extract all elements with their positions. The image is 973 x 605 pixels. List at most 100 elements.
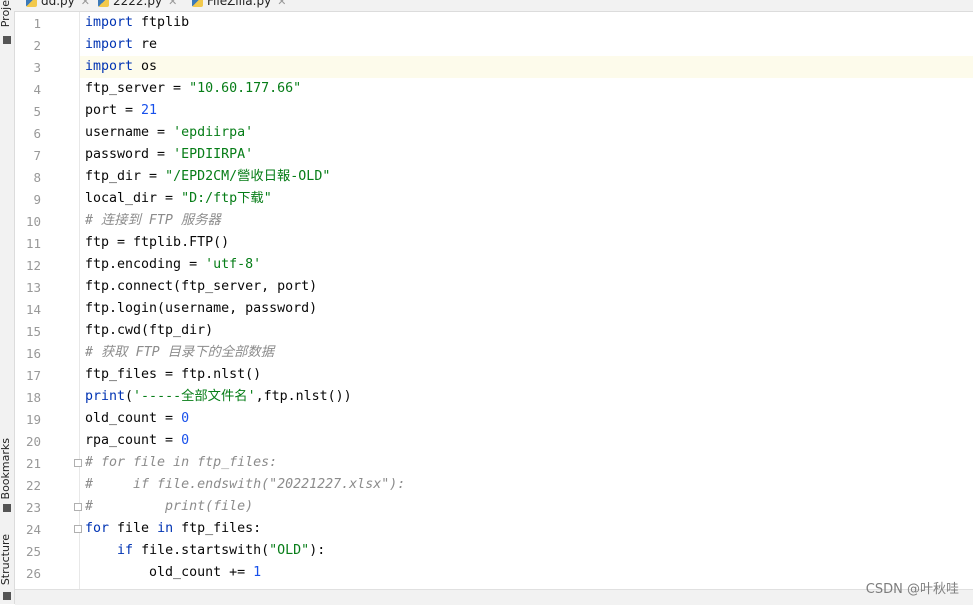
code-line[interactable]: ftp_dir = "/EPD2CM/營收日報-OLD" [85, 166, 330, 188]
code-token: # for file in ftp_files: [85, 455, 278, 470]
line-number[interactable]: 5 [15, 104, 41, 119]
line-number[interactable]: 22 [15, 478, 41, 493]
line-number[interactable]: 13 [15, 280, 41, 295]
code-line[interactable]: ftp = ftplib.FTP() [85, 232, 229, 254]
code-line[interactable]: # 连接到 FTP 服务器 [85, 210, 221, 232]
code-token: "OLD" [269, 543, 310, 558]
code-token: ftp.login(username, password) [85, 301, 318, 316]
folder-icon [3, 36, 11, 44]
code-token: ,ftp.nlst()) [255, 389, 352, 404]
code-line[interactable]: ftp.connect(ftp_server, port) [85, 276, 317, 298]
left-tool-strip: Proje Bookmarks Structure [0, 0, 15, 604]
code-token: # if file.endswith("20221227.xlsx"): [85, 477, 406, 492]
code-line[interactable]: username = 'epdiirpa' [85, 122, 253, 144]
horizontal-scrollbar[interactable] [15, 589, 973, 605]
code-token: local_dir = [85, 191, 182, 206]
code-line[interactable]: old_count += 1 [85, 562, 261, 584]
code-line[interactable]: import os [85, 56, 157, 78]
code-line[interactable]: ftp.login(username, password) [85, 298, 317, 320]
bookmark-icon [3, 504, 11, 512]
code-line[interactable]: port = 21 [85, 100, 157, 122]
close-icon[interactable]: ✕ [81, 0, 90, 8]
code-line[interactable]: import re [85, 34, 157, 56]
code-token: 0 [181, 433, 190, 448]
code-token: if [117, 543, 142, 558]
code-token: import [85, 37, 142, 52]
code-line[interactable]: local_dir = "D:/ftp下载" [85, 188, 272, 210]
code-line[interactable]: ftp.cwd(ftp_dir) [85, 320, 213, 342]
line-number[interactable]: 4 [15, 82, 41, 97]
code-token: '-----全部文件名' [133, 389, 256, 404]
line-number[interactable]: 12 [15, 258, 41, 273]
close-icon[interactable]: ✕ [277, 0, 286, 8]
code-token: "D:/ftp下载" [181, 191, 272, 206]
code-token: ftplib [141, 15, 190, 30]
code-token: 0 [181, 411, 190, 426]
code-line[interactable]: ftp.encoding = 'utf-8' [85, 254, 261, 276]
line-number[interactable]: 7 [15, 148, 41, 163]
code-token: in [157, 521, 182, 536]
line-number[interactable]: 3 [15, 60, 41, 75]
line-number[interactable]: 19 [15, 412, 41, 427]
line-number[interactable]: 20 [15, 434, 41, 449]
line-number[interactable]: 10 [15, 214, 41, 229]
code-token: 'utf-8' [205, 257, 262, 272]
code-token: # 连接到 FTP 服务器 [85, 213, 221, 228]
code-token: # 获取 FTP 目录下的全部数据 [85, 345, 275, 360]
line-number[interactable]: 21 [15, 456, 41, 471]
code-line[interactable]: # print(file) [85, 496, 253, 518]
line-number[interactable]: 26 [15, 566, 41, 581]
code-line[interactable]: import ftplib [85, 12, 189, 34]
structure-tool-tab[interactable]: Structure [0, 534, 12, 585]
code-token: ( [125, 389, 134, 404]
code-token: import [85, 59, 142, 74]
code-token: ftp.encoding = [85, 257, 206, 272]
line-number[interactable]: 2 [15, 38, 41, 53]
line-number[interactable]: 23 [15, 500, 41, 515]
code-line[interactable]: ftp_files = ftp.nlst() [85, 364, 261, 386]
code-line[interactable]: # for file in ftp_files: [85, 452, 277, 474]
code-line[interactable]: if file.startswith("OLD"): [85, 540, 325, 562]
tab-dd-py[interactable]: dd.py ✕ [26, 0, 90, 11]
code-line[interactable]: # if file.endswith("20221227.xlsx"): [85, 474, 405, 496]
line-number[interactable]: 8 [15, 170, 41, 185]
tab-2222-py[interactable]: 2222.py ✕ [98, 0, 177, 11]
code-token: port = [85, 103, 142, 118]
fold-marker-icon[interactable] [74, 503, 82, 511]
code-line[interactable]: password = 'EPDIIRPA' [85, 144, 253, 166]
structure-icon [3, 592, 11, 600]
code-token: file.startswith( [141, 543, 270, 558]
fold-marker-icon[interactable] [74, 459, 82, 467]
code-token: 1 [253, 565, 262, 580]
line-number[interactable]: 17 [15, 368, 41, 383]
code-line[interactable]: old_count = 0 [85, 408, 189, 430]
code-token: ftp_server = [85, 81, 190, 96]
code-line[interactable]: for file in ftp_files: [85, 518, 261, 540]
project-tool-tab[interactable]: Proje [0, 0, 12, 27]
code-line[interactable]: ftp_server = "10.60.177.66" [85, 78, 301, 100]
line-number[interactable]: 9 [15, 192, 41, 207]
python-file-icon [98, 0, 109, 7]
bookmarks-tool-tab[interactable]: Bookmarks [0, 438, 12, 499]
current-line-highlight [80, 56, 973, 78]
line-number[interactable]: 15 [15, 324, 41, 339]
line-number[interactable]: 16 [15, 346, 41, 361]
code-line[interactable]: # 获取 FTP 目录下的全部数据 [85, 342, 274, 364]
code-line[interactable]: rpa_count = 0 [85, 430, 189, 452]
line-number[interactable]: 18 [15, 390, 41, 405]
code-token: "10.60.177.66" [189, 81, 302, 96]
code-line[interactable]: print('-----全部文件名',ftp.nlst()) [85, 386, 352, 408]
fold-marker-icon[interactable] [74, 525, 82, 533]
line-number[interactable]: 1 [15, 16, 41, 31]
code-token: username = [85, 125, 174, 140]
tab-filezilla-py[interactable]: FileZilla.py ✕ [192, 0, 286, 11]
code-token: # print(file) [85, 499, 254, 514]
close-icon[interactable]: ✕ [168, 0, 177, 8]
code-token: ): [309, 543, 326, 558]
code-token: import [85, 15, 142, 30]
line-number[interactable]: 6 [15, 126, 41, 141]
line-number[interactable]: 25 [15, 544, 41, 559]
line-number[interactable]: 14 [15, 302, 41, 317]
line-number[interactable]: 24 [15, 522, 41, 537]
line-number[interactable]: 11 [15, 236, 41, 251]
